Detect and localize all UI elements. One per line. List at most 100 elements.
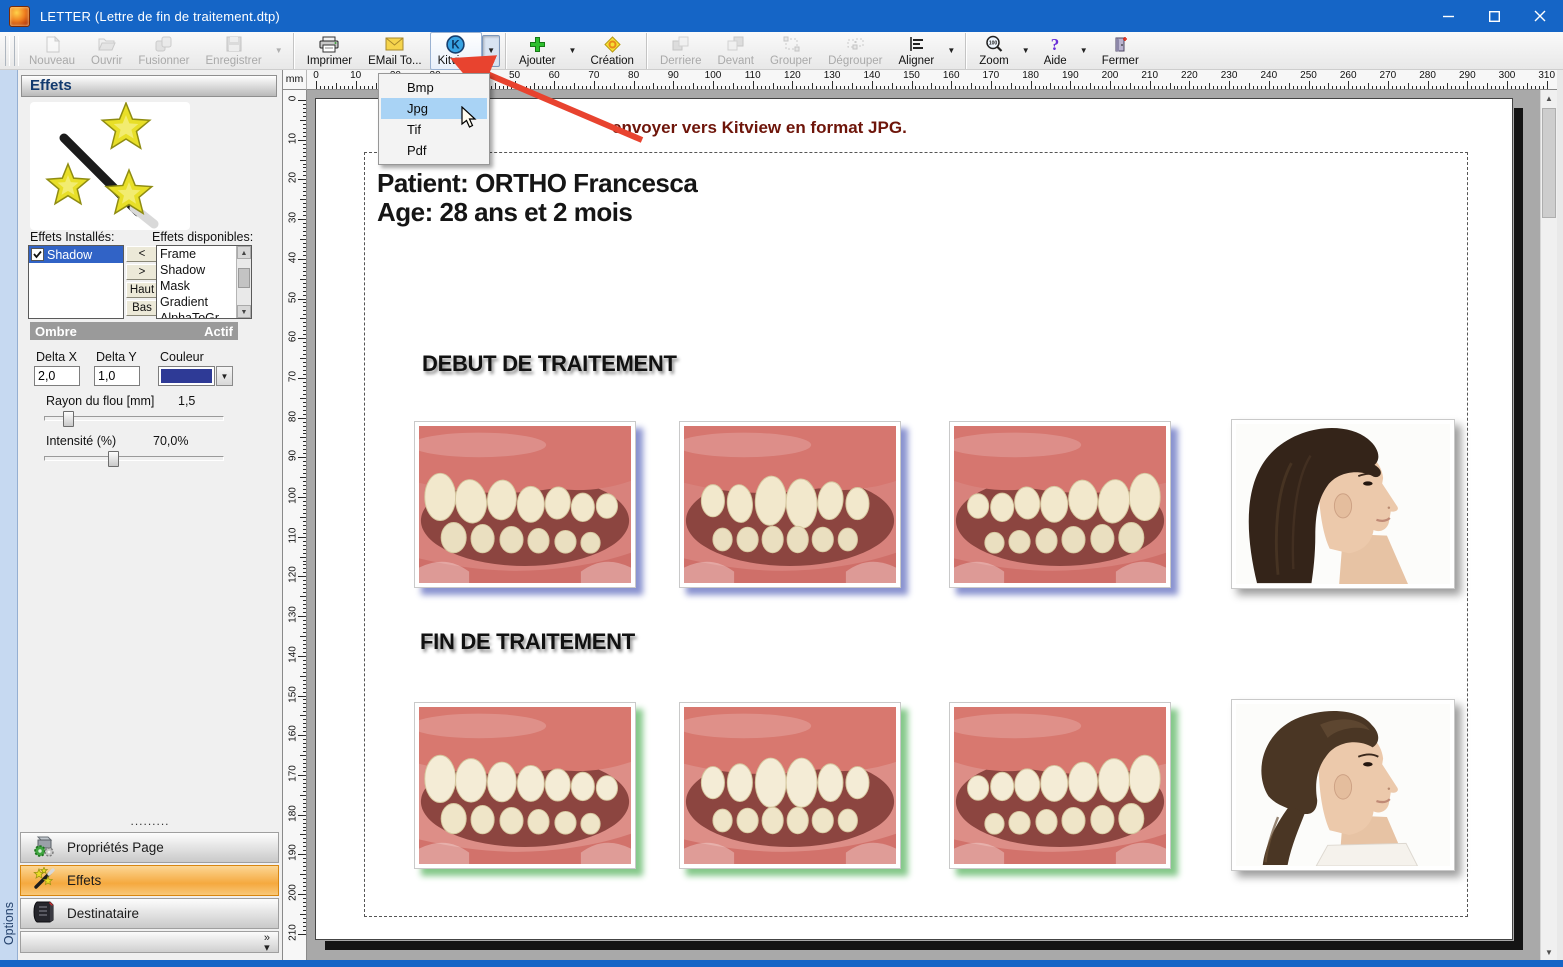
- available-effect-alphatogr[interactable]: AlphaToGr: [157, 310, 237, 318]
- panel-nav-destinataire[interactable]: Destinataire: [20, 898, 279, 929]
- ruler-tick: [300, 794, 306, 796]
- minimize-button[interactable]: [1425, 0, 1471, 32]
- patient-name-line: Patient: ORTHO Francesca: [377, 168, 698, 198]
- available-list-scrollbar[interactable]: ▲ ▼: [236, 246, 251, 318]
- installed-effect-shadow[interactable]: Shadow: [29, 246, 123, 263]
- toolbar-dropdown-aligner-arrow[interactable]: ▼: [942, 35, 960, 67]
- toolbar-dropdown-ajouter-arrow[interactable]: ▼: [563, 35, 581, 67]
- ruler-tick: [1312, 86, 1314, 89]
- slider-track[interactable]: [44, 456, 224, 461]
- ruler-tick: [303, 870, 306, 872]
- panel-collapse-bar[interactable]: » ▾: [20, 931, 279, 954]
- available-effect-gradient[interactable]: Gradient: [157, 294, 237, 310]
- photo-fin-intraoral-right[interactable]: [414, 702, 636, 869]
- section-title-fin[interactable]: FIN DE TRAITEMENT: [420, 629, 635, 655]
- ruler-tick: [303, 620, 306, 622]
- panel-nav-proprietes-page[interactable]: Propriétés Page: [20, 832, 279, 863]
- toolbar-button-zoom[interactable]: 100 Zoom: [971, 32, 1016, 70]
- ruler-tick: [744, 86, 746, 89]
- ruler-tick: [776, 86, 778, 89]
- toolbar-grip[interactable]: [5, 35, 10, 66]
- mover-button-down[interactable]: Bas: [126, 300, 158, 316]
- available-effect-frame[interactable]: Frame: [157, 246, 237, 262]
- ruler-tick: [1074, 86, 1076, 89]
- vertical-scrollbar[interactable]: ▲ ▼: [1540, 90, 1557, 961]
- toolbar-button-fermer[interactable]: Fermer: [1094, 32, 1147, 70]
- effect-checkbox[interactable]: [31, 248, 44, 261]
- toolbar-dropdown-zoom-arrow[interactable]: ▼: [1017, 35, 1035, 67]
- mover-button-up[interactable]: Haut: [126, 282, 158, 298]
- toolbar-button-aide[interactable]: ? Aide: [1036, 32, 1075, 70]
- ruler-tick: [1153, 86, 1155, 89]
- ruler-tick: [298, 854, 306, 856]
- ruler-tick: [303, 135, 306, 137]
- menu-item-bmp[interactable]: Bmp: [381, 77, 487, 98]
- ruler-tick: [562, 86, 564, 89]
- toolbar-dropdown-kitview-arrow[interactable]: ▼: [482, 34, 501, 67]
- photo-fin-profile[interactable]: [1231, 699, 1455, 871]
- delta-x-field[interactable]: [34, 366, 80, 386]
- ruler-tick: [1241, 86, 1242, 89]
- toolbar-button-ajouter[interactable]: Ajouter: [511, 32, 563, 70]
- effects-panel: Effets Effets Installés: Effets disponib…: [18, 70, 283, 961]
- scrollbar-thumb[interactable]: [1542, 108, 1556, 218]
- available-effects-list[interactable]: Frame Shadow Mask Gradient AlphaToGr ▲ ▼: [156, 245, 252, 319]
- photo-fin-intraoral-left[interactable]: [949, 702, 1171, 869]
- options-rail-label[interactable]: Options: [2, 902, 16, 945]
- photo-debut-intraoral-left[interactable]: [949, 421, 1171, 588]
- photo-debut-intraoral-right[interactable]: [414, 421, 636, 588]
- scrollbar-thumb[interactable]: [238, 268, 250, 288]
- ruler-tick: [303, 314, 306, 316]
- ruler-tick: [300, 516, 306, 518]
- close-button[interactable]: [1517, 0, 1563, 32]
- maximize-button[interactable]: [1471, 0, 1517, 32]
- ruler-tick: [303, 469, 306, 471]
- chevron-icons[interactable]: » ▾: [264, 933, 270, 954]
- panel-nav-effets[interactable]: Effets: [20, 865, 279, 896]
- document-canvas[interactable]: Patient: ORTHO Francesca Age: 28 ans et …: [307, 90, 1540, 961]
- available-effect-mask[interactable]: Mask: [157, 278, 237, 294]
- installed-effects-list[interactable]: Shadow: [28, 245, 124, 319]
- ruler-tick: [1106, 86, 1108, 89]
- scroll-down-icon[interactable]: ▼: [237, 305, 251, 318]
- photo-fin-intraoral-front[interactable]: [679, 702, 901, 869]
- toolbar-dropdown-aide-arrow[interactable]: ▼: [1075, 35, 1093, 67]
- toolbar-button-kitview[interactable]: K Kitview: [429, 31, 483, 70]
- toolbar-button-imprimer[interactable]: Imprimer: [299, 32, 360, 70]
- color-dropdown-button[interactable]: ▼: [216, 366, 233, 386]
- ruler-tick: [832, 81, 834, 89]
- ruler-tick: [1431, 86, 1433, 89]
- toolbar-button-creation[interactable]: Création: [582, 32, 641, 70]
- ruler-tick: [303, 687, 306, 689]
- patient-heading[interactable]: Patient: ORTHO Francesca Age: 28 ans et …: [377, 168, 698, 227]
- toolbar-button-devant: Devant: [710, 32, 762, 70]
- ruler-tick: [303, 485, 306, 487]
- toolbar-grip[interactable]: [14, 35, 19, 66]
- scroll-down-icon[interactable]: ▼: [1541, 944, 1557, 961]
- ruler-tick: [1268, 81, 1270, 89]
- svg-text:100: 100: [989, 41, 998, 47]
- document-page[interactable]: Patient: ORTHO Francesca Age: 28 ans et …: [315, 98, 1513, 940]
- scroll-up-icon[interactable]: ▲: [1541, 90, 1557, 107]
- slider-thumb[interactable]: [108, 451, 120, 467]
- mover-button-left[interactable]: <: [126, 246, 158, 262]
- mover-button-right[interactable]: >: [126, 264, 158, 280]
- photo-debut-intraoral-front[interactable]: [679, 421, 901, 588]
- section-title-debut[interactable]: DEBUT DE TRAITEMENT: [422, 351, 677, 377]
- window-right-edge: [1557, 70, 1563, 961]
- ruler-tick: [1185, 86, 1187, 89]
- toolbar-items: Nouveau Ouvrir Fusionner Enregistrer ▼ Imprim…: [21, 31, 1147, 70]
- toolbar-button-aligner[interactable]: Aligner: [890, 32, 942, 70]
- available-effect-shadow[interactable]: Shadow: [157, 262, 237, 278]
- scroll-up-icon[interactable]: ▲: [237, 246, 251, 259]
- menu-item-pdf[interactable]: Pdf: [381, 140, 487, 161]
- intensity-slider[interactable]: [44, 450, 224, 467]
- blur-radius-slider[interactable]: [44, 410, 224, 427]
- toolbar-button-email[interactable]: EMail To...: [360, 32, 429, 70]
- ruler-number: 0: [287, 95, 299, 102]
- delta-y-field[interactable]: [94, 366, 140, 386]
- photo-debut-profile[interactable]: [1231, 419, 1455, 589]
- ruler-tick: [1094, 86, 1096, 89]
- slider-thumb[interactable]: [63, 411, 75, 427]
- shadow-color-swatch[interactable]: [158, 366, 215, 386]
